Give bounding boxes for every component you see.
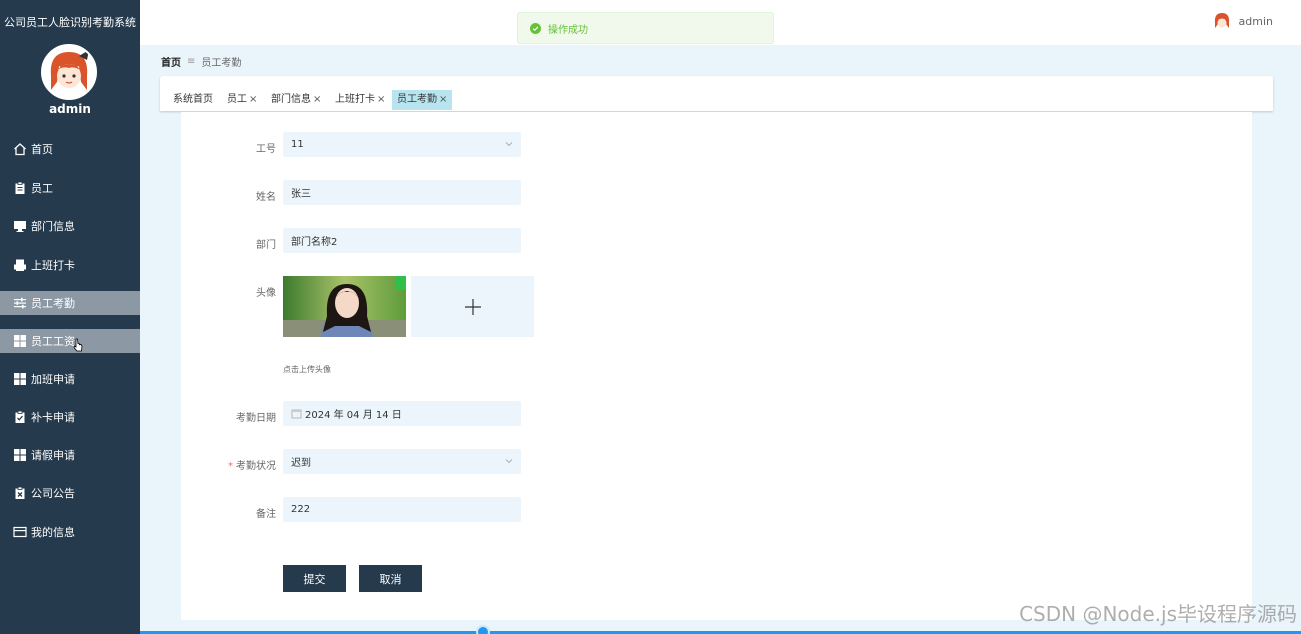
name-label: 姓名 (256, 192, 276, 203)
tag-close-icon[interactable]: × (313, 94, 321, 105)
sidebar-item-department[interactable]: 部门信息 (0, 214, 140, 238)
sidebar-item-overtime[interactable]: 加班申请 (0, 367, 140, 391)
department-label: 部门 (256, 240, 276, 251)
header-user[interactable]: admin (1211, 11, 1273, 31)
avatar-photo-image (283, 276, 406, 337)
sidebar-item-label: 员工 (31, 182, 53, 195)
tag-label: 上班打卡 (335, 94, 375, 105)
name-input[interactable]: 张三 (283, 180, 521, 205)
sliders-icon (13, 296, 27, 310)
tag-close-icon[interactable]: × (249, 94, 257, 105)
tag-label: 系统首页 (173, 94, 213, 105)
tag-clock-in[interactable]: 上班打卡 × (330, 90, 390, 110)
submit-button[interactable]: 提交 (283, 565, 346, 592)
sidebar-username: admin (49, 102, 91, 116)
status-label: * 考勤状况 (180, 457, 276, 472)
calendar-icon (291, 409, 302, 419)
home-icon (13, 142, 27, 156)
plus-icon (464, 298, 481, 315)
grid-icon (13, 372, 27, 386)
date-picker[interactable]: 2024 年 04 月 14 日 (283, 401, 521, 426)
header-avatar (1211, 11, 1232, 31)
x-clipboard-icon (13, 486, 27, 500)
sidebar-item-label: 请假申请 (31, 449, 75, 462)
scroll-handle[interactable] (476, 625, 490, 634)
status-select[interactable]: 迟到 (283, 449, 521, 474)
date-label: 考勤日期 (236, 413, 276, 424)
tag-system-home[interactable]: 系统首页 (168, 90, 218, 110)
sidebar-item-label: 公司公告 (31, 487, 75, 500)
breadcrumb: 首页 ≡ 员工考勤 (161, 54, 241, 69)
success-check-icon (530, 22, 541, 34)
chevron-down-icon (505, 459, 513, 464)
clipboard-icon (13, 181, 27, 195)
required-mark: * (228, 461, 233, 472)
employee-id-select[interactable]: 11 (283, 132, 521, 157)
sidebar-item-employee[interactable]: 员工 (0, 176, 140, 200)
tag-label: 部门信息 (271, 94, 311, 105)
sidebar-item-label: 员工工资 (31, 335, 75, 348)
status-label-text: 考勤状况 (236, 461, 276, 472)
success-toast: 操作成功 (517, 12, 774, 44)
employee-id-value: 11 (291, 139, 304, 150)
sidebar-item-attendance[interactable]: 员工考勤 (0, 291, 140, 315)
employee-id-label: 工号 (256, 144, 276, 155)
name-value: 张三 (291, 189, 311, 200)
breadcrumb-separator-icon: ≡ (187, 56, 196, 67)
system-title: 公司员工人脸识别考勤系统 (4, 16, 136, 29)
sidebar-item-label: 上班打卡 (31, 259, 75, 272)
breadcrumb-home[interactable]: 首页 (161, 54, 181, 69)
remark-input[interactable]: 222 (283, 497, 521, 522)
remark-value: 222 (291, 504, 311, 515)
monitor-icon (13, 219, 27, 233)
sidebar-item-label: 加班申请 (31, 373, 75, 386)
mouse-cursor-icon (73, 338, 83, 352)
avatar-upload-hint: 点击上传头像 (283, 365, 331, 374)
department-value: 部门名称2 (291, 237, 338, 248)
chevron-down-icon (505, 142, 513, 147)
tag-label: 员工 (227, 94, 247, 105)
avatar-girl-icon (43, 46, 95, 98)
header-username: admin (1238, 14, 1273, 28)
sidebar-item-makeup-card[interactable]: 补卡申请 (0, 405, 140, 429)
card-icon (13, 525, 27, 539)
printer-icon (13, 258, 27, 272)
sidebar-item-label: 我的信息 (31, 526, 75, 539)
avatar-upload-button[interactable] (411, 276, 534, 337)
sidebar-item-announcement[interactable]: 公司公告 (0, 481, 140, 505)
grid-icon (13, 448, 27, 462)
tags-view-bar: 系统首页 员工 × 部门信息 × 上班打卡 × 员工考勤 × (160, 76, 1273, 111)
remark-label: 备注 (256, 509, 276, 520)
grid-icon (13, 334, 27, 348)
sidebar-item-clock-in[interactable]: 上班打卡 (0, 253, 140, 277)
status-value: 迟到 (291, 458, 311, 469)
tag-close-icon[interactable]: × (439, 94, 447, 105)
sidebar-item-leave[interactable]: 请假申请 (0, 443, 140, 467)
department-input[interactable]: 部门名称2 (283, 228, 521, 253)
breadcrumb-current: 员工考勤 (201, 58, 242, 69)
date-value: 2024 年 04 月 14 日 (305, 410, 402, 421)
avatar-girl-icon (1211, 11, 1232, 31)
tag-attendance[interactable]: 员工考勤 × (392, 90, 453, 110)
avatar-preview[interactable] (283, 276, 406, 337)
toast-message: 操作成功 (548, 24, 588, 36)
sidebar-item-label: 员工考勤 (31, 297, 75, 310)
tag-department[interactable]: 部门信息 × (266, 90, 326, 110)
check-clipboard-icon (13, 410, 27, 424)
sidebar-item-my-info[interactable]: 我的信息 (0, 520, 140, 544)
sidebar-item-label: 补卡申请 (31, 411, 75, 424)
csdn-watermark: CSDN @Node.js毕设程序源码 (1019, 602, 1297, 626)
cancel-button[interactable]: 取消 (359, 565, 422, 592)
sidebar-item-label: 部门信息 (31, 220, 75, 233)
sidebar-item-home[interactable]: 首页 (0, 137, 140, 161)
tag-label: 员工考勤 (397, 94, 437, 105)
tag-employee[interactable]: 员工 × (222, 90, 262, 110)
sidebar-item-salary[interactable]: 员工工资 (0, 329, 140, 353)
sidebar-item-label: 首页 (31, 143, 53, 156)
tag-close-icon[interactable]: × (377, 94, 385, 105)
avatar-label: 头像 (256, 288, 276, 299)
sidebar: 公司员工人脸识别考勤系统 admin 首页 员工 部门信息 上班打卡 员工考勤 … (0, 0, 140, 634)
sidebar-avatar[interactable] (41, 44, 97, 100)
